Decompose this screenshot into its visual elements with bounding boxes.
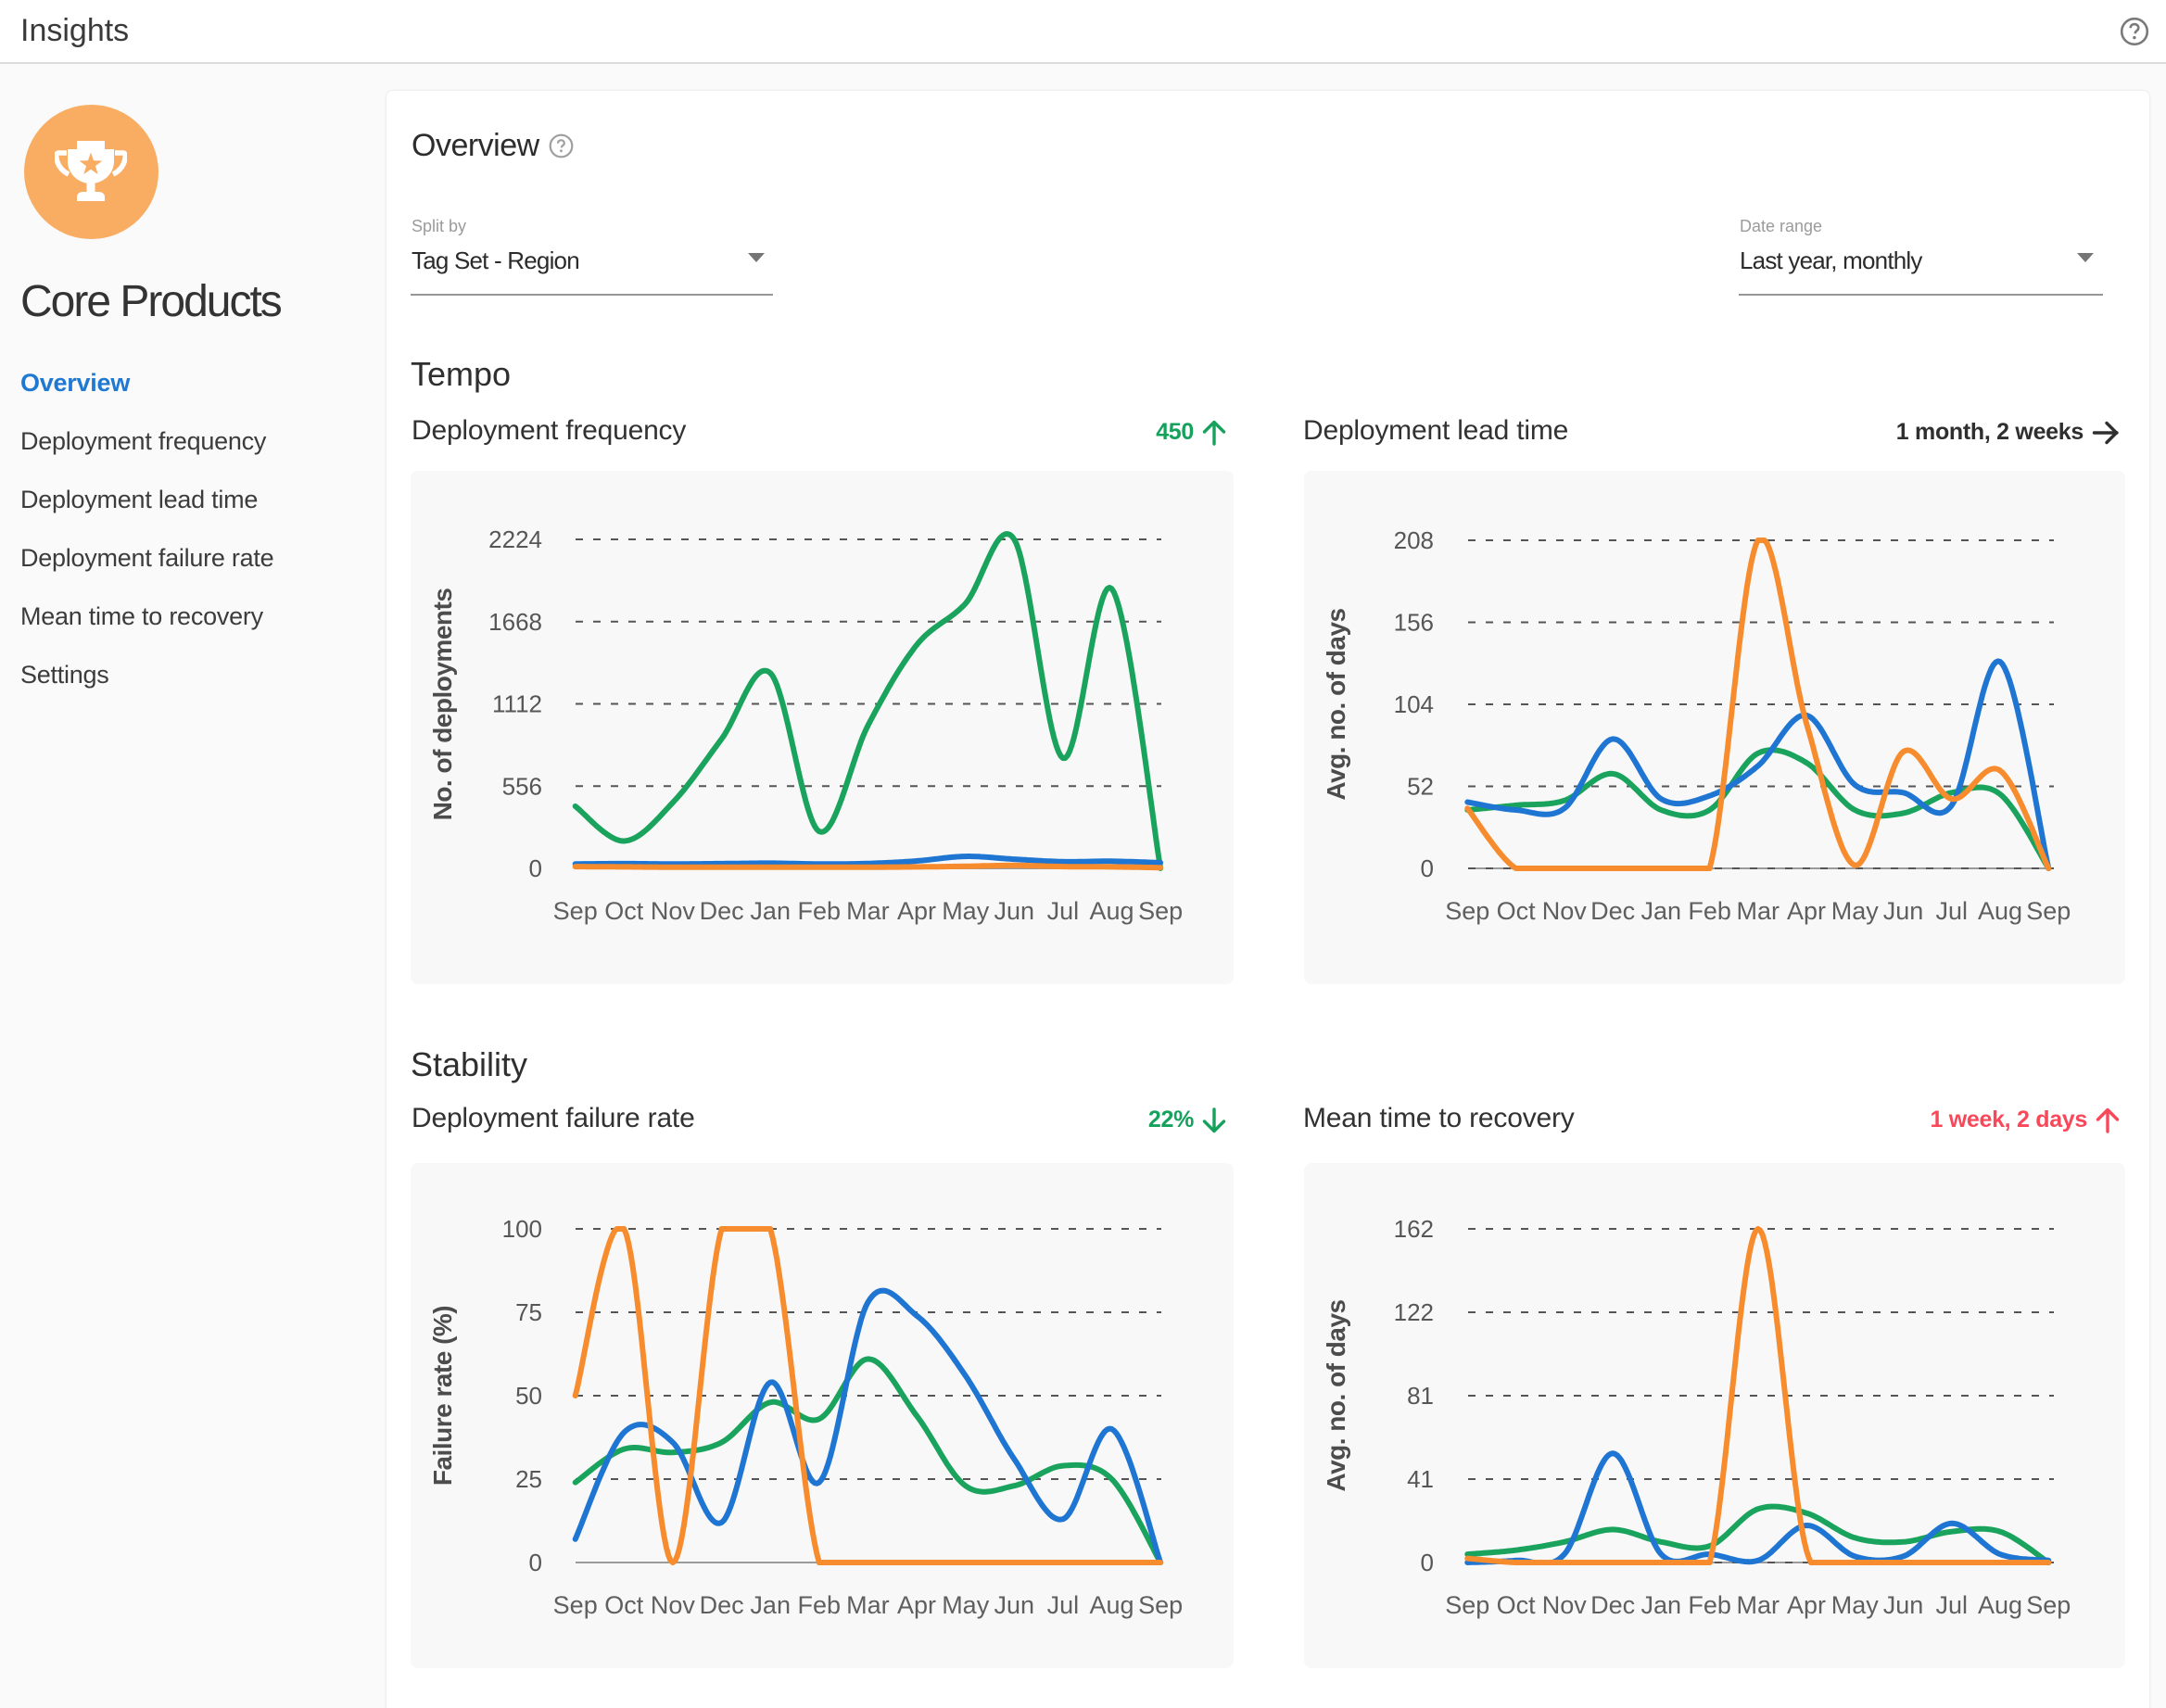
svg-text:Oct: Oct — [604, 897, 644, 925]
svg-text:Apr: Apr — [897, 897, 936, 925]
svg-text:Oct: Oct — [1497, 897, 1537, 925]
svg-text:25: 25 — [515, 1465, 542, 1493]
svg-text:Sep: Sep — [2026, 1591, 2071, 1619]
svg-text:Feb: Feb — [798, 897, 842, 925]
svg-text:Aug: Aug — [1978, 897, 2022, 925]
svg-text:0: 0 — [1421, 1549, 1434, 1576]
svg-text:75: 75 — [515, 1298, 542, 1326]
svg-text:Jun: Jun — [994, 897, 1035, 925]
svg-text:Mar: Mar — [846, 1591, 890, 1619]
svg-text:0: 0 — [529, 854, 542, 882]
svg-text:Jul: Jul — [1047, 897, 1080, 925]
svg-text:Feb: Feb — [798, 1591, 842, 1619]
svg-text:81: 81 — [1407, 1382, 1434, 1410]
svg-text:Avg. no. of days: Avg. no. of days — [1322, 608, 1350, 800]
svg-text:Jan: Jan — [750, 897, 791, 925]
svg-text:Sep: Sep — [553, 897, 598, 925]
svg-text:Sep: Sep — [553, 1591, 598, 1619]
svg-text:Aug: Aug — [1089, 897, 1134, 925]
svg-text:Sep: Sep — [2026, 897, 2071, 925]
svg-text:Feb: Feb — [1688, 1591, 1731, 1619]
svg-text:122: 122 — [1394, 1298, 1434, 1326]
svg-text:Dec: Dec — [1590, 897, 1635, 925]
svg-text:208: 208 — [1394, 526, 1434, 554]
svg-text:Jun: Jun — [994, 1591, 1035, 1619]
svg-text:Failure rate (%): Failure rate (%) — [428, 1306, 457, 1486]
svg-text:Jan: Jan — [1641, 1591, 1682, 1619]
svg-text:Avg. no. of days: Avg. no. of days — [1322, 1299, 1350, 1491]
svg-text:May: May — [942, 1591, 990, 1619]
svg-text:Feb: Feb — [1688, 897, 1731, 925]
svg-text:Aug: Aug — [1089, 1591, 1134, 1619]
svg-text:Dec: Dec — [700, 897, 744, 925]
svg-text:Sep: Sep — [1445, 1591, 1489, 1619]
svg-text:Mar: Mar — [1737, 897, 1780, 925]
svg-text:Jan: Jan — [1641, 897, 1682, 925]
svg-text:Jun: Jun — [1883, 1591, 1924, 1619]
svg-text:1112: 1112 — [492, 690, 542, 718]
svg-text:Sep: Sep — [1138, 1591, 1183, 1619]
svg-text:556: 556 — [502, 772, 542, 800]
svg-text:Apr: Apr — [1787, 1591, 1826, 1619]
svg-text:May: May — [942, 897, 990, 925]
svg-text:Dec: Dec — [1590, 1591, 1635, 1619]
svg-text:50: 50 — [515, 1382, 542, 1410]
svg-text:Jan: Jan — [750, 1591, 791, 1619]
svg-text:Nov: Nov — [1542, 1591, 1588, 1619]
svg-text:162: 162 — [1394, 1215, 1434, 1243]
svg-text:Jul: Jul — [1936, 1591, 1969, 1619]
svg-text:Jun: Jun — [1883, 897, 1924, 925]
svg-text:Nov: Nov — [651, 897, 696, 925]
svg-text:Aug: Aug — [1978, 1591, 2022, 1619]
svg-text:0: 0 — [529, 1549, 542, 1576]
svg-text:Apr: Apr — [897, 1591, 936, 1619]
svg-text:41: 41 — [1407, 1465, 1434, 1493]
svg-text:May: May — [1831, 897, 1880, 925]
svg-text:Sep: Sep — [1445, 897, 1489, 925]
svg-text:Apr: Apr — [1787, 897, 1826, 925]
svg-text:Oct: Oct — [604, 1591, 644, 1619]
svg-text:Nov: Nov — [651, 1591, 696, 1619]
svg-text:Jul: Jul — [1936, 897, 1969, 925]
svg-text:Jul: Jul — [1047, 1591, 1080, 1619]
svg-text:Sep: Sep — [1138, 897, 1183, 925]
svg-text:156: 156 — [1394, 609, 1434, 637]
svg-text:Oct: Oct — [1497, 1591, 1537, 1619]
svg-text:Mar: Mar — [1737, 1591, 1780, 1619]
svg-text:52: 52 — [1407, 773, 1434, 801]
svg-text:1668: 1668 — [488, 608, 542, 636]
svg-text:Mar: Mar — [846, 897, 890, 925]
svg-text:Dec: Dec — [700, 1591, 744, 1619]
svg-text:104: 104 — [1394, 690, 1434, 718]
svg-text:Nov: Nov — [1542, 897, 1588, 925]
svg-text:0: 0 — [1421, 854, 1434, 882]
svg-text:No. of deployments: No. of deployments — [428, 588, 457, 821]
svg-text:May: May — [1831, 1591, 1880, 1619]
svg-text:2224: 2224 — [488, 525, 542, 553]
svg-text:100: 100 — [502, 1215, 542, 1243]
